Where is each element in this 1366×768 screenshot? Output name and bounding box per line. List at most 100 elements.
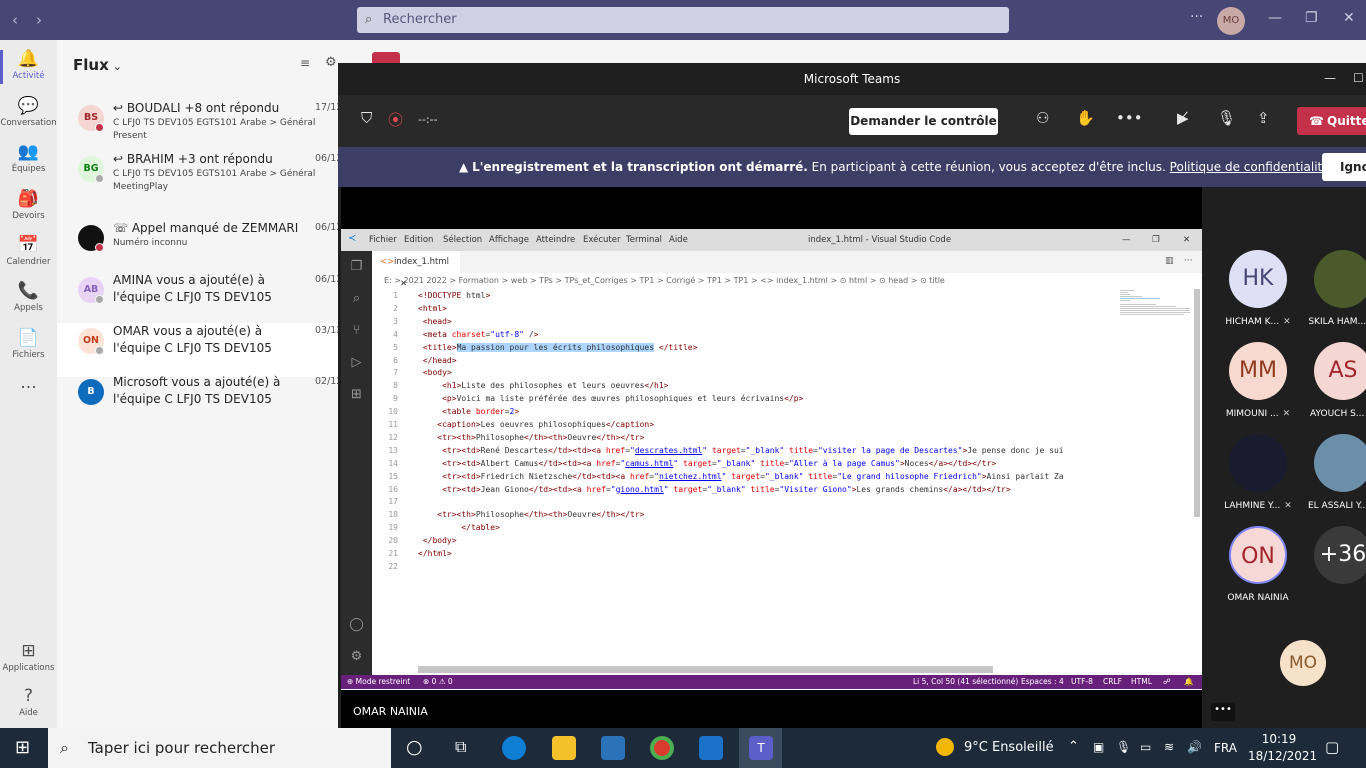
menu-7[interactable]: Aide (669, 235, 688, 245)
participant-tile[interactable]: LAHMINE Y... ✕ (1223, 434, 1293, 511)
menu-2[interactable]: Sélection (443, 235, 482, 245)
participant-tile[interactable]: MM MIMOUNI ... ✕ (1223, 342, 1293, 419)
maximize-icon[interactable]: ❐ (1152, 235, 1160, 245)
participant-tile[interactable]: +36 (1308, 526, 1366, 584)
camera-off-icon[interactable]: ▶̸ (1177, 109, 1189, 127)
feed-title[interactable]: Flux ⌄ (73, 56, 122, 74)
code-editor[interactable]: 1 <!DOCTYPE html> 2 <html> 3 <head> 4 <meta c… (372, 289, 1114, 667)
rail-item-4[interactable]: 📅 Calendrier (0, 234, 57, 267)
feed-item[interactable]: AB AMINA vous a ajouté(e) à l'équipe C LF… (57, 272, 342, 326)
language-mode[interactable]: HTML (1131, 675, 1152, 689)
self-more-icon[interactable]: ••• (1211, 703, 1235, 721)
user-avatar[interactable]: MO (1217, 7, 1245, 35)
settings-icon[interactable]: ⚙ (325, 55, 337, 70)
search-input[interactable]: ⌕ Rechercher (357, 7, 1009, 33)
more-options-icon[interactable]: ··· (1190, 9, 1203, 25)
menu-1[interactable]: Edition (404, 235, 433, 245)
source-control-icon[interactable]: ⑂ (348, 323, 365, 340)
taskbar-search[interactable]: ⌕ Taper ici pour rechercher (48, 728, 391, 768)
rail-item-9[interactable]: ? Aide (0, 685, 57, 718)
rail-item-3[interactable]: 🎒 Devoirs (0, 188, 57, 221)
restricted-mode[interactable]: ⊕ Mode restreint (347, 675, 410, 689)
tray-chevron-icon[interactable]: ⌃ (1068, 739, 1079, 754)
weather-text[interactable]: 9°C Ensoleillé (964, 740, 1054, 755)
notification-center-icon[interactable]: ▢ (1325, 738, 1339, 756)
participant-tile[interactable]: AS AYOUCH S...✕ (1308, 342, 1366, 419)
feed-item[interactable]: B Microsoft vous a ajouté(e) à l'équipe C… (57, 374, 342, 428)
meet-now-icon[interactable]: ▣ (1093, 740, 1104, 754)
more-actions-icon[interactable]: ··· (1184, 256, 1193, 266)
manage-gear-icon[interactable]: ⚙ (348, 649, 365, 666)
breadcrumb[interactable]: E: > 2021 2022 > Formation > web > TPs >… (372, 273, 1202, 289)
chrome-icon[interactable] (650, 736, 674, 760)
feed-item[interactable]: BG ↩ BRAHIM +3 ont répondu C LFJ0 TS DEV10… (57, 151, 342, 205)
battery-icon[interactable]: ▭ (1140, 740, 1151, 754)
rail-item-1[interactable]: 💬 Conversation (0, 95, 57, 128)
account-icon[interactable]: ◯ (348, 617, 365, 634)
teams-taskbar-button[interactable]: T (739, 728, 782, 768)
back-icon[interactable]: ‹ (12, 11, 18, 29)
request-control-button[interactable]: Demander le contrôle (849, 108, 998, 135)
split-editor-icon[interactable]: ▥ (1165, 256, 1174, 266)
menu-6[interactable]: Terminal (626, 235, 662, 245)
maximize-icon[interactable]: ❐ (1305, 10, 1318, 26)
forward-icon[interactable]: › (36, 11, 42, 29)
participant-tile[interactable]: HK HICHAM K... ✕ (1223, 250, 1293, 327)
close-icon[interactable]: ✕ (1183, 235, 1190, 245)
menu-4[interactable]: Atteindre (536, 235, 575, 245)
leave-button[interactable]: ☎Quitter (1297, 107, 1366, 135)
minimize-icon[interactable]: — (1324, 71, 1336, 85)
privacy-link[interactable]: Politique de confidentialité (1170, 160, 1330, 174)
rail-item-5[interactable]: 📞 Appels (0, 280, 57, 313)
vertical-scrollbar[interactable] (1194, 289, 1200, 517)
feedback-icon[interactable]: ☍ (1163, 675, 1171, 689)
rail-item-0[interactable]: 🔔 Activité (0, 48, 57, 84)
search-icon[interactable]: ⌕ (348, 291, 365, 308)
feed-item[interactable]: ON OMAR vous a ajouté(e) à l'équipe C LFJ… (57, 323, 342, 377)
cursor-position[interactable]: Li 5, Col 50 (41 sélectionné) (913, 675, 1018, 689)
close-icon[interactable]: ✕ (1343, 10, 1355, 26)
microsoft-store-icon[interactable] (601, 736, 625, 760)
task-view-icon[interactable]: ⧉ (455, 737, 466, 757)
participants-icon[interactable]: ⚇ (1036, 109, 1049, 127)
maximize-icon[interactable]: ☐ (1353, 71, 1364, 85)
rail-item-2[interactable]: 👥 Équipes (0, 141, 57, 174)
participant-tile[interactable]: ON OMAR NAINIA (1223, 526, 1293, 603)
filter-icon[interactable]: ≡ (300, 56, 310, 70)
more-actions-icon[interactable]: ••• (1116, 109, 1143, 127)
volume-icon[interactable]: 🔊 (1187, 740, 1202, 754)
reactions-icon[interactable]: ✋ (1076, 109, 1095, 127)
participant-tile[interactable]: EL ASSALI Y...✕ (1308, 434, 1366, 511)
menu-5[interactable]: Exécuter (583, 235, 621, 245)
minimap[interactable] (1118, 289, 1194, 319)
cortana-icon[interactable]: ○ (406, 736, 423, 758)
minimize-icon[interactable]: — (1268, 10, 1282, 26)
notifications-icon[interactable]: 🔔 (1184, 675, 1193, 689)
edge-icon[interactable] (502, 736, 526, 760)
share-icon[interactable]: ⇪ (1257, 109, 1270, 127)
mic-off-icon[interactable]: 🎙 (1217, 109, 1236, 127)
problems-count[interactable]: ⊗ 0 ⚠ 0 (423, 675, 453, 689)
extensions-icon[interactable]: ⊞ (348, 387, 365, 404)
microphone-icon[interactable]: 🎙 (1116, 740, 1131, 754)
clock[interactable]: 10:19 18/12/2021 (1248, 731, 1317, 765)
input-language[interactable]: FRA (1214, 741, 1237, 755)
feed-item[interactable]: BS ↩ BOUDALI +8 ont répondu C LFJ0 TS DEV1… (57, 100, 342, 154)
explorer-icon[interactable]: ❐ (348, 259, 365, 276)
mail-icon[interactable] (699, 736, 723, 760)
horizontal-scrollbar[interactable] (418, 666, 993, 673)
rail-item-8[interactable]: ⊞ Applications (0, 640, 57, 673)
participant-tile[interactable]: SKILA HAM...✕ (1308, 250, 1366, 327)
menu-3[interactable]: Affichage (489, 235, 529, 245)
run-debug-icon[interactable]: ▷ (348, 355, 365, 372)
feed-item[interactable]: ☏ Appel manqué de ZEMMARI Numéro inconnu 0… (57, 220, 342, 274)
rail-item-6[interactable]: 📄 Fichiers (0, 327, 57, 360)
ignore-button[interactable]: Ignorer (1322, 153, 1366, 181)
indentation[interactable]: Espaces : 4 (1021, 675, 1064, 689)
minimize-icon[interactable]: — (1122, 235, 1131, 245)
rail-item-7[interactable]: ··· (0, 377, 57, 400)
encoding[interactable]: UTF-8 (1071, 675, 1093, 689)
menu-0[interactable]: Fichier (369, 235, 397, 245)
wifi-icon[interactable]: ≋ (1164, 740, 1174, 754)
end-of-line[interactable]: CRLF (1103, 675, 1122, 689)
